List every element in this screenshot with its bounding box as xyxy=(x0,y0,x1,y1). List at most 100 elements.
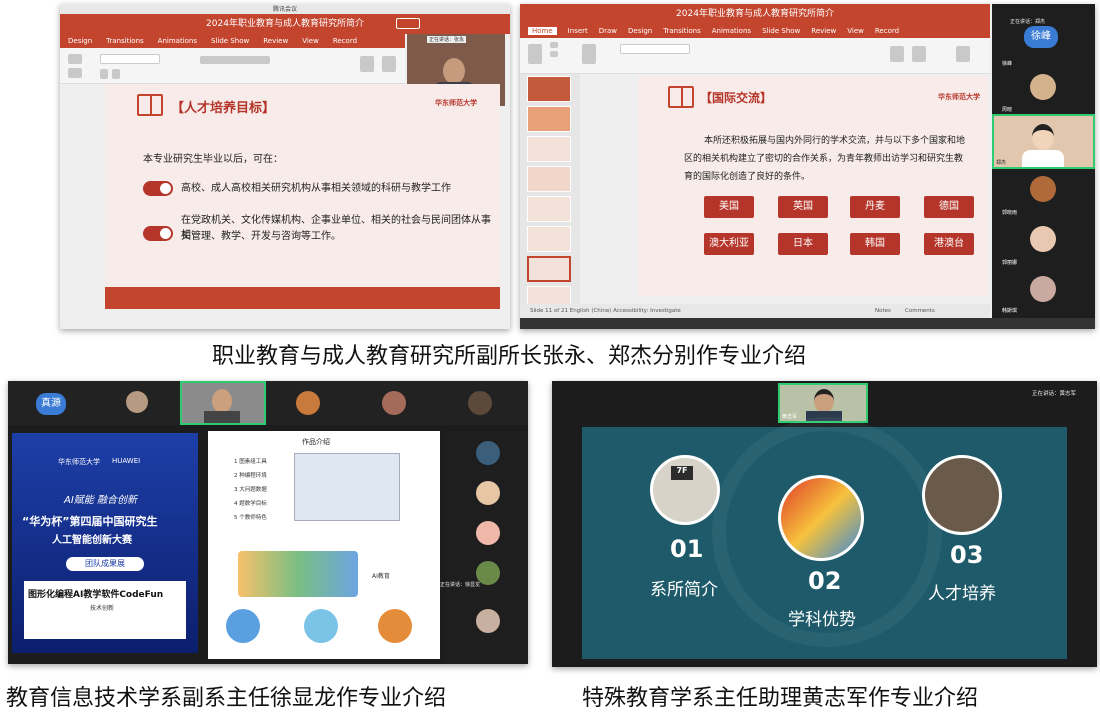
doc-title: 作品介绍 xyxy=(302,438,330,446)
feature-item: 2 种编程环境 xyxy=(234,473,267,479)
body-line-1: 本所还积极拓展与国内外同行的学术交流，并与以下多个国家和地 xyxy=(704,136,966,146)
new-slide-icon[interactable] xyxy=(582,44,596,64)
arrange-icon[interactable] xyxy=(956,46,970,62)
menu-record[interactable]: Record xyxy=(333,37,357,45)
paragraph-icon[interactable] xyxy=(200,56,270,64)
meeting-panel-top-right: 2024年职业教育与成人教育研究所简介 Home Insert Draw Des… xyxy=(520,4,1095,329)
ppt-titlebar: 2024年职业教育与成人教育研究所简介 xyxy=(520,4,990,24)
feature-item: 4 题数学目标 xyxy=(234,501,267,507)
window-controls[interactable] xyxy=(396,18,420,29)
participant-avatar[interactable] xyxy=(476,521,500,545)
cut-icon[interactable] xyxy=(550,42,558,48)
item-number-01: 01 xyxy=(670,535,704,563)
menu-slideshow[interactable]: Slide Show xyxy=(211,37,249,45)
menu-review[interactable]: Review xyxy=(811,27,836,35)
slide-thumb[interactable] xyxy=(527,166,571,192)
paste-icon[interactable] xyxy=(528,44,542,64)
bold-icon[interactable] xyxy=(100,69,108,79)
ppt-statusbar: Slide 11 of 21 English (China) Accessibi… xyxy=(520,304,990,318)
slide-thumbnail-strip xyxy=(520,74,580,309)
menu-transitions[interactable]: Transitions xyxy=(106,37,144,45)
copy-icon[interactable] xyxy=(550,51,558,57)
participant-avatar-zhenyuan[interactable]: 真源 xyxy=(36,393,66,415)
country-germany: 德国 xyxy=(924,196,974,218)
caption-top: 职业教育与成人教育研究所副所长张永、郑杰分别作专业介绍 xyxy=(212,344,807,369)
font-box[interactable] xyxy=(100,54,160,64)
menu-review[interactable]: Review xyxy=(263,37,288,45)
participant-name: 徐峰 xyxy=(1002,61,1013,67)
speaker-head xyxy=(1032,124,1054,150)
participant-avatar-4[interactable] xyxy=(1030,176,1056,202)
speaker-video-xuxianlong[interactable] xyxy=(180,381,266,425)
intro-text: 本专业研究生毕业以后，可在： xyxy=(143,154,283,165)
slide-thumb-selected[interactable] xyxy=(527,256,571,282)
participant-avatar-5[interactable] xyxy=(1030,226,1056,252)
menu-transitions[interactable]: Transitions xyxy=(663,27,701,35)
flow-diagram xyxy=(238,551,358,597)
menu-record[interactable]: Record xyxy=(875,27,899,35)
slide-thumb[interactable] xyxy=(527,106,571,132)
font-box[interactable] xyxy=(620,44,690,54)
item-label-01: 系所简介 xyxy=(650,580,718,600)
participant-avatar-6[interactable] xyxy=(1030,276,1056,302)
shapes-icon[interactable] xyxy=(912,46,926,62)
photo-circle-playground xyxy=(778,475,864,561)
menu-animations[interactable]: Animations xyxy=(712,27,751,35)
ai-label: AI教育 xyxy=(372,573,390,580)
participant-name: 周晓 xyxy=(1002,107,1013,113)
poster-line3: 人工智能创新大赛 xyxy=(52,535,132,546)
participant-avatar-2[interactable] xyxy=(1030,74,1056,100)
menu-design[interactable]: Design xyxy=(68,37,92,45)
meeting-statusbar xyxy=(520,318,1095,329)
slide-thumb[interactable] xyxy=(527,76,571,102)
country-australia: 澳大利亚 xyxy=(704,233,754,255)
participant-avatar-xufeng[interactable]: 徐峰 xyxy=(1024,26,1058,48)
menu-design[interactable]: Design xyxy=(628,27,652,35)
caption-bottom-right: 特殊教育学系主任助理黄志军作专业介绍 xyxy=(582,686,979,711)
item-label-02: 学科优势 xyxy=(788,610,856,630)
menu-insert[interactable]: Insert xyxy=(568,27,588,35)
slide-thumb[interactable] xyxy=(527,196,571,222)
ppt-titlebar: 2024年职业教育与成人教育研究所简介 xyxy=(60,14,510,34)
book-icon xyxy=(668,86,694,108)
meeting-panel-top-left: 腾讯会议 2024年职业教育与成人教育研究所简介 Design Transiti… xyxy=(60,4,510,329)
poster-logo: 华东师范大学 xyxy=(58,458,100,466)
slide-thumb[interactable] xyxy=(527,136,571,162)
participant-avatar-4[interactable] xyxy=(296,391,320,415)
slide-thumb[interactable] xyxy=(527,226,571,252)
participant-avatar[interactable] xyxy=(476,609,500,633)
menu-view[interactable]: View xyxy=(847,27,864,35)
book-icon xyxy=(137,94,163,116)
menu-home[interactable]: Home xyxy=(528,27,557,35)
window-titlebar: 腾讯会议 xyxy=(60,4,510,14)
picture-icon[interactable] xyxy=(360,56,374,72)
reset-icon[interactable] xyxy=(68,68,82,78)
university-logo: 华东师范大学 xyxy=(938,93,980,101)
huawei-logo: HUAWEI xyxy=(112,457,141,465)
menu-slideshow[interactable]: Slide Show xyxy=(762,27,800,35)
ppt-menubar: Home Insert Draw Design Transitions Anim… xyxy=(520,24,990,38)
participant-avatar-2[interactable] xyxy=(126,391,148,413)
comments-button[interactable]: Comments xyxy=(905,304,935,318)
layout-icon[interactable] xyxy=(68,54,82,64)
speaker-head xyxy=(443,58,465,84)
slide-heading: 【国际交流】 xyxy=(700,91,773,105)
speaker-video-zhengjie[interactable]: 郑杰 xyxy=(992,114,1095,169)
menu-draw[interactable]: Draw xyxy=(599,27,617,35)
shapes-icon[interactable] xyxy=(382,56,396,72)
toggle-icon-2 xyxy=(143,226,173,241)
menu-view[interactable]: View xyxy=(302,37,319,45)
building-sign: 7F xyxy=(671,466,693,480)
slide-thumb[interactable] xyxy=(527,286,571,306)
italic-icon[interactable] xyxy=(112,69,120,79)
body-line-2: 区的相关机构建立了密切的合作关系，为青年教师出访学习和研究生教 xyxy=(684,154,964,164)
notes-button[interactable]: Notes xyxy=(875,304,891,318)
doc-page: 作品介绍 1 图素组工具 2 种编程环境 3 大问题数据 4 题数学目标 5 个… xyxy=(208,431,440,659)
participant-avatar[interactable] xyxy=(476,481,500,505)
menu-animations[interactable]: Animations xyxy=(158,37,197,45)
ppt-ribbon xyxy=(60,48,405,84)
picture-icon[interactable] xyxy=(890,46,904,62)
participant-avatar[interactable] xyxy=(476,441,500,465)
participant-avatar-5[interactable] xyxy=(382,391,406,415)
participant-avatar-6[interactable] xyxy=(468,391,492,415)
